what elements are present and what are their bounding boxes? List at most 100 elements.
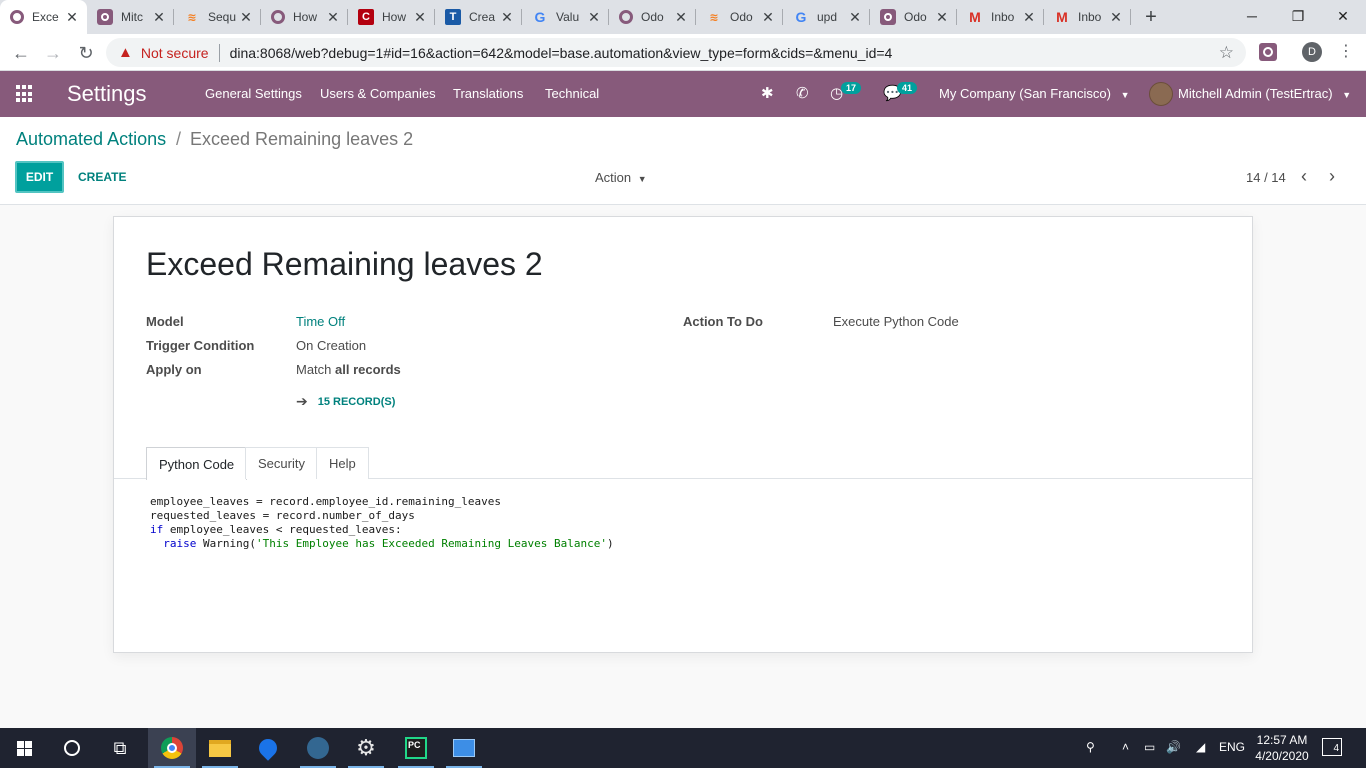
close-tab-icon[interactable]: ✕ bbox=[848, 9, 862, 26]
tab-python-code[interactable]: Python Code bbox=[146, 447, 248, 480]
code-line: requested_leaves = record.number_of_days bbox=[150, 509, 415, 522]
close-tab-icon[interactable]: ✕ bbox=[65, 9, 79, 26]
chrome-icon[interactable] bbox=[148, 728, 196, 768]
menu-translations[interactable]: Translations bbox=[453, 86, 523, 101]
search-circle-icon[interactable] bbox=[48, 728, 96, 768]
user-name: Mitchell Admin (TestErtrac) bbox=[1178, 86, 1333, 101]
restore-icon[interactable]: ❐ bbox=[1275, 0, 1321, 32]
notifications-icon[interactable]: 4 bbox=[1322, 738, 1342, 756]
warning-icon: ▲ bbox=[118, 44, 133, 61]
people-icon[interactable]: ⚲ bbox=[1086, 740, 1095, 754]
photos-icon[interactable] bbox=[440, 728, 488, 768]
message-count-badge: 41 bbox=[897, 82, 918, 94]
close-tab-icon[interactable]: ✕ bbox=[413, 9, 427, 26]
close-tab-icon[interactable]: ✕ bbox=[674, 9, 688, 26]
action-to-do-value: Execute Python Code bbox=[833, 314, 959, 329]
close-tab-icon[interactable]: ✕ bbox=[1109, 9, 1123, 26]
edit-button[interactable]: EDIT bbox=[15, 161, 64, 193]
odoo-icon bbox=[97, 9, 113, 25]
odoo-extension-icon[interactable] bbox=[1259, 43, 1277, 61]
system-clock[interactable]: 12:57 AM 4/20/2020 bbox=[1252, 732, 1312, 764]
next-record-icon[interactable]: › bbox=[1329, 166, 1335, 187]
menu-dots-icon[interactable]: ⋮ bbox=[1338, 41, 1354, 61]
close-tab-icon[interactable]: ✕ bbox=[761, 9, 775, 26]
code-keyword: raise bbox=[163, 537, 197, 550]
browser-tab[interactable]: M Inbo ✕ bbox=[1044, 0, 1131, 34]
gmail-icon: M bbox=[969, 9, 981, 25]
bookmark-star-icon[interactable]: ☆ bbox=[1219, 43, 1234, 63]
browser-tab[interactable]: T Crea ✕ bbox=[435, 0, 522, 34]
maps-icon[interactable] bbox=[244, 728, 292, 768]
user-menu[interactable]: Mitchell Admin (TestErtrac) ▼ bbox=[1178, 86, 1351, 101]
close-tab-icon[interactable]: ✕ bbox=[239, 9, 253, 26]
volume-icon[interactable]: 🔊 bbox=[1166, 740, 1181, 754]
minimize-icon[interactable]: ─ bbox=[1229, 0, 1275, 32]
company-switcher[interactable]: My Company (San Francisco) ▼ bbox=[939, 86, 1130, 101]
pycharm-icon[interactable]: PC bbox=[392, 728, 440, 768]
trigger-label: Trigger Condition bbox=[146, 338, 255, 353]
postgresql-icon[interactable] bbox=[294, 728, 342, 768]
back-icon[interactable]: ← bbox=[8, 40, 34, 66]
user-avatar[interactable] bbox=[1149, 82, 1173, 106]
file-explorer-icon[interactable] bbox=[196, 728, 244, 768]
browser-tab[interactable]: Gupd ✕ bbox=[783, 0, 870, 34]
create-button[interactable]: CREATE bbox=[78, 170, 126, 184]
tab-help[interactable]: Help bbox=[316, 447, 369, 479]
tab-security[interactable]: Security bbox=[245, 447, 318, 479]
action-dropdown[interactable]: Action ▼ bbox=[595, 170, 647, 185]
previous-record-icon[interactable]: ‹ bbox=[1301, 166, 1307, 187]
browser-tab[interactable]: How ✕ bbox=[261, 0, 348, 34]
breadcrumb-parent[interactable]: Automated Actions bbox=[16, 129, 166, 150]
browser-tab[interactable]: C How ✕ bbox=[348, 0, 435, 34]
action-to-do-label: Action To Do bbox=[683, 314, 763, 329]
browser-tab[interactable]: Exce ✕ bbox=[0, 0, 87, 34]
odoo-icon bbox=[619, 10, 633, 24]
task-view-icon[interactable]: ⧉ bbox=[96, 728, 144, 768]
breadcrumb-current: Exceed Remaining leaves 2 bbox=[190, 129, 414, 149]
menu-technical[interactable]: Technical bbox=[545, 86, 599, 101]
debug-bug-icon[interactable]: ✱ bbox=[761, 84, 774, 102]
chevron-up-icon[interactable]: ˄ bbox=[1122, 740, 1129, 754]
model-value[interactable]: Time Off bbox=[296, 314, 345, 329]
close-tab-icon[interactable]: ✕ bbox=[935, 9, 949, 26]
menu-general-settings[interactable]: General Settings bbox=[205, 86, 302, 101]
close-tab-icon[interactable]: ✕ bbox=[587, 9, 601, 26]
phone-icon[interactable]: ✆ bbox=[796, 84, 809, 102]
apply-prefix: Match bbox=[296, 362, 332, 377]
address-bar: ← → ↻ ▲ Not secure dina:8068/web?debug=1… bbox=[0, 34, 1366, 71]
reload-icon[interactable]: ↻ bbox=[73, 40, 99, 66]
language-indicator[interactable]: ENG bbox=[1219, 740, 1245, 754]
odoo-icon bbox=[271, 10, 285, 24]
records-smart-button[interactable]: ➔ 15 RECORD(S) bbox=[296, 393, 395, 410]
browser-tab[interactable]: ≋ Odo ✕ bbox=[696, 0, 783, 34]
windows-start-icon[interactable] bbox=[0, 728, 48, 768]
trigger-value: On Creation bbox=[296, 338, 367, 353]
browser-tab[interactable]: Mitc ✕ bbox=[87, 0, 174, 34]
apps-menu-icon[interactable] bbox=[16, 85, 34, 103]
close-tab-icon[interactable]: ✕ bbox=[1022, 9, 1036, 26]
clock-time: 12:57 AM bbox=[1256, 733, 1308, 747]
profile-avatar[interactable]: D bbox=[1302, 42, 1322, 62]
url-input[interactable]: ▲ Not secure dina:8068/web?debug=1#id=16… bbox=[106, 38, 1246, 67]
security-label[interactable]: Not secure bbox=[141, 45, 209, 61]
odoo-navbar: Settings General Settings Users & Compan… bbox=[0, 71, 1366, 117]
menu-users-companies[interactable]: Users & Companies bbox=[320, 86, 436, 101]
browser-tab[interactable]: Odo ✕ bbox=[609, 0, 696, 34]
close-tab-icon[interactable]: ✕ bbox=[326, 9, 340, 26]
forward-icon[interactable]: → bbox=[40, 40, 66, 66]
python-code-editor[interactable]: employee_leaves = record.employee_id.rem… bbox=[150, 495, 614, 551]
browser-tab[interactable]: M Inbo ✕ bbox=[957, 0, 1044, 34]
close-tab-icon[interactable]: ✕ bbox=[152, 9, 166, 26]
pager-value[interactable]: 14 / 14 bbox=[1246, 170, 1286, 185]
browser-tab[interactable]: Odo ✕ bbox=[870, 0, 957, 34]
settings-gear-icon[interactable]: ⚙ bbox=[342, 728, 390, 768]
browser-tab[interactable]: G Valu ✕ bbox=[522, 0, 609, 34]
new-tab-button[interactable]: + bbox=[1131, 0, 1171, 34]
code-text: ) bbox=[606, 537, 614, 550]
close-tab-icon[interactable]: ✕ bbox=[500, 9, 514, 26]
battery-icon[interactable]: ▭ bbox=[1144, 740, 1155, 754]
close-window-icon[interactable]: ✕ bbox=[1320, 0, 1366, 32]
network-icon[interactable]: ◢ bbox=[1196, 740, 1205, 754]
browser-tab[interactable]: ≋ Sequ ✕ bbox=[174, 0, 261, 34]
form-sheet: Exceed Remaining leaves 2 Model Time Off… bbox=[113, 216, 1253, 653]
